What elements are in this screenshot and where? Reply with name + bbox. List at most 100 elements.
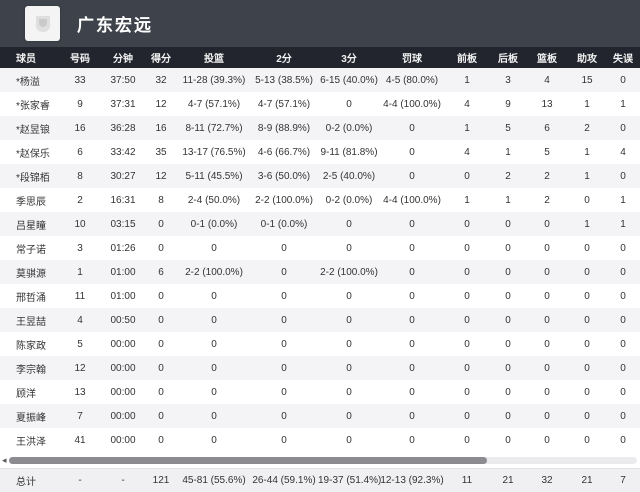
stat-cell: 0 bbox=[318, 243, 380, 254]
stat-cell: 0 bbox=[444, 411, 490, 422]
stat-cell: 12 bbox=[58, 363, 102, 374]
scrollbar-thumb[interactable] bbox=[9, 457, 487, 464]
stat-cell: 0 bbox=[144, 315, 178, 326]
scroll-left-arrow-icon[interactable]: ◂ bbox=[2, 452, 8, 468]
stat-cell: 36:28 bbox=[102, 123, 144, 134]
player-name: 莫骐源 bbox=[0, 265, 58, 280]
total-stat-cell: 12-13 (92.3%) bbox=[380, 475, 444, 486]
stat-cell: 1 bbox=[568, 147, 606, 158]
stat-cell: 4 bbox=[58, 315, 102, 326]
table-row[interactable]: 季思辰216:3182-4 (50.0%)2-2 (100.0%)0-2 (0.… bbox=[0, 188, 640, 212]
stat-cell: 7 bbox=[58, 411, 102, 422]
stat-cell: 1 bbox=[444, 195, 490, 206]
table-row[interactable]: *赵昱锒1636:28168-11 (72.7%)8-9 (88.9%)0-2 … bbox=[0, 116, 640, 140]
stat-cell: 0 bbox=[318, 435, 380, 446]
scrollbar-track[interactable] bbox=[9, 457, 637, 464]
player-name: 吕星瞳 bbox=[0, 217, 58, 232]
total-stat-cell: 7 bbox=[606, 475, 640, 486]
column-header-3: 得分 bbox=[144, 50, 178, 65]
stat-cell: 41 bbox=[58, 435, 102, 446]
stat-cell: 0 bbox=[318, 291, 380, 302]
stat-cell: 2-2 (100.0%) bbox=[178, 267, 250, 278]
total-stat-cell: - bbox=[102, 475, 144, 486]
stat-cell: 0 bbox=[490, 411, 526, 422]
stat-cell: 2 bbox=[526, 171, 568, 182]
table-row[interactable]: 顾洋1300:000000000000 bbox=[0, 380, 640, 404]
stat-cell: 6 bbox=[526, 123, 568, 134]
stat-cell: 33 bbox=[58, 75, 102, 86]
stat-cell: 0 bbox=[144, 243, 178, 254]
player-name: 王昱喆 bbox=[0, 313, 58, 328]
stat-cell: 0 bbox=[318, 411, 380, 422]
stat-cell: 8 bbox=[144, 195, 178, 206]
stat-cell: 5 bbox=[526, 147, 568, 158]
stat-cell: 0 bbox=[444, 435, 490, 446]
stat-cell: 1 bbox=[568, 99, 606, 110]
stat-cell: 00:00 bbox=[102, 387, 144, 398]
stat-cell: 0 bbox=[606, 171, 640, 182]
stat-cell: 0 bbox=[144, 339, 178, 350]
player-name: 顾洋 bbox=[0, 385, 58, 400]
total-stat-cell: 19-37 (51.4%) bbox=[318, 475, 380, 486]
stat-cell: 0 bbox=[568, 195, 606, 206]
stat-cell: 0 bbox=[250, 411, 318, 422]
stat-cell: 0 bbox=[380, 219, 444, 230]
table-row[interactable]: 陈家政500:000000000000 bbox=[0, 332, 640, 356]
column-header-12: 失误 bbox=[606, 50, 640, 65]
column-header-5: 2分 bbox=[250, 50, 318, 65]
stat-cell: 0 bbox=[318, 219, 380, 230]
stat-cell: 4 bbox=[526, 75, 568, 86]
column-header-1: 号码 bbox=[58, 50, 102, 65]
stat-cell: 2-2 (100.0%) bbox=[250, 195, 318, 206]
table-row[interactable]: *段锦栢830:27125-11 (45.5%)3-6 (50.0%)2-5 (… bbox=[0, 164, 640, 188]
stat-cell: 9 bbox=[490, 99, 526, 110]
table-row[interactable]: 吕星瞳1003:1500-1 (0.0%)0-1 (0.0%)0000011 bbox=[0, 212, 640, 236]
stat-cell: 3-6 (50.0%) bbox=[250, 171, 318, 182]
table-row[interactable]: *杨溢3337:503211-28 (39.3%)5-13 (38.5%)6-1… bbox=[0, 68, 640, 92]
total-row: 总计--12145-81 (55.6%)26-44 (59.1%)19-37 (… bbox=[0, 468, 640, 492]
column-header-6: 3分 bbox=[318, 50, 380, 65]
stat-cell: 0 bbox=[318, 363, 380, 374]
column-header-7: 罚球 bbox=[380, 50, 444, 65]
app-window: 广东宏远 球员号码分钟得分投篮2分3分罚球前板后板篮板助攻失误 *杨溢3337:… bbox=[0, 0, 640, 492]
stat-cell: 9 bbox=[58, 99, 102, 110]
table-row[interactable]: 王洪泽4100:000000000000 bbox=[0, 428, 640, 452]
stat-cell: 0-2 (0.0%) bbox=[318, 195, 380, 206]
stat-cell: 1 bbox=[490, 195, 526, 206]
table-row[interactable]: 常子诺301:260000000000 bbox=[0, 236, 640, 260]
stat-cell: 0 bbox=[380, 315, 444, 326]
horizontal-scrollbar[interactable]: ◂ bbox=[0, 452, 640, 468]
stat-cell: 4 bbox=[444, 147, 490, 158]
stat-cell: 0 bbox=[380, 435, 444, 446]
stat-cell: 12 bbox=[144, 99, 178, 110]
stat-cell: 5 bbox=[490, 123, 526, 134]
stat-cell: 0 bbox=[380, 123, 444, 134]
stat-cell: 37:31 bbox=[102, 99, 144, 110]
stat-cell: 0 bbox=[444, 363, 490, 374]
stat-cell: 0 bbox=[144, 387, 178, 398]
stat-cell: 0 bbox=[568, 315, 606, 326]
table-row[interactable]: 夏振峰700:000000000000 bbox=[0, 404, 640, 428]
stat-cell: 0 bbox=[380, 363, 444, 374]
stat-cell: 0 bbox=[250, 315, 318, 326]
table-row[interactable]: 邢哲涌1101:000000000000 bbox=[0, 284, 640, 308]
stat-cell: 0 bbox=[490, 219, 526, 230]
stat-cell: 3 bbox=[58, 243, 102, 254]
stat-cell: 0 bbox=[144, 219, 178, 230]
table-row[interactable]: *张家睿937:31124-7 (57.1%)4-7 (57.1%)04-4 (… bbox=[0, 92, 640, 116]
stat-cell: 0 bbox=[444, 291, 490, 302]
stat-cell: 01:00 bbox=[102, 291, 144, 302]
table-row[interactable]: 莫骐源101:0062-2 (100.0%)02-2 (100.0%)00000… bbox=[0, 260, 640, 284]
table-row[interactable]: 王昱喆400:500000000000 bbox=[0, 308, 640, 332]
table-row[interactable]: *赵保乐633:423513-17 (76.5%)4-6 (66.7%)9-11… bbox=[0, 140, 640, 164]
stat-cell: 0 bbox=[144, 411, 178, 422]
stat-cell: 0 bbox=[490, 363, 526, 374]
stat-cell: 0 bbox=[490, 387, 526, 398]
table-row[interactable]: 李宗翰1200:000000000000 bbox=[0, 356, 640, 380]
stat-cell: 0 bbox=[178, 363, 250, 374]
stat-cell: 0 bbox=[568, 387, 606, 398]
stat-cell: 0 bbox=[318, 339, 380, 350]
stat-cell: 2-4 (50.0%) bbox=[178, 195, 250, 206]
stat-cell: 0 bbox=[178, 387, 250, 398]
stat-cell: 0 bbox=[568, 363, 606, 374]
